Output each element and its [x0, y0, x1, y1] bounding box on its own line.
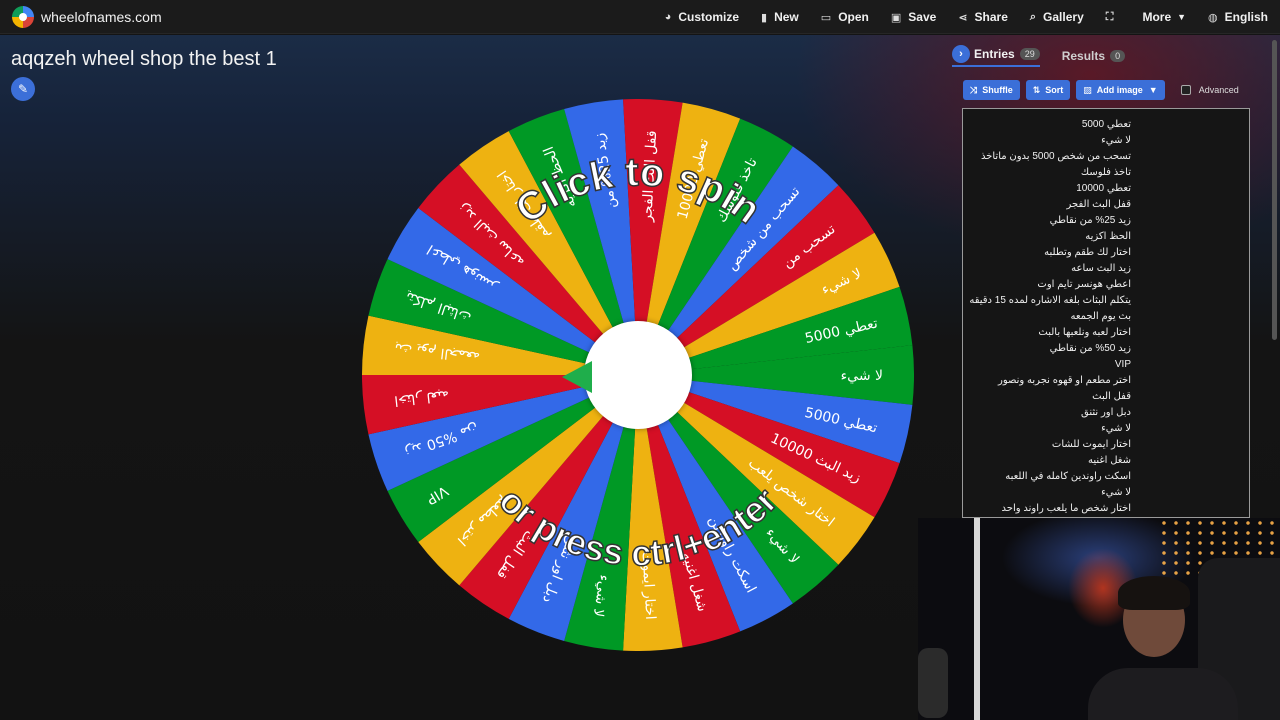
globe-icon: ◍	[1208, 11, 1218, 24]
entry-line: تسحب من شخص 5000 بدون ماتاخذ	[980, 151, 1131, 162]
advanced-label: Advanced	[1198, 85, 1239, 95]
customize-label: Customize	[678, 10, 740, 24]
entry-line: زيد البث ساعه	[1071, 263, 1131, 274]
entry-line: اعطي هونسر تايم اوت	[1037, 279, 1131, 290]
advanced-checkbox[interactable]	[1180, 85, 1191, 95]
entry-line: قفل البث	[1092, 391, 1131, 402]
top-navigation-bar: wheelofnames.com ◕ Customize ▮ New ▭ Open ▣…	[0, 0, 1280, 34]
entry-line: شغل اغنيه	[1088, 455, 1131, 466]
add-image-button[interactable]: ▨ Add image ▼	[1076, 80, 1165, 100]
more-label: More	[1142, 10, 1172, 24]
wheel-slice-label: لا شيء	[841, 368, 883, 384]
search-icon: ⌕	[1029, 10, 1037, 23]
sort-icon: ⇅	[1032, 84, 1041, 95]
save-button[interactable]: ▣ Save	[891, 10, 936, 24]
entry-line: زيد 25% من نقاطي	[1049, 215, 1131, 226]
entries-textarea[interactable]: تعطي 5000 لا شيء تسحب من شخص 5000 بدون مات…	[962, 108, 1250, 518]
entry-line: اختار ايموت للشات	[1051, 439, 1131, 450]
main-menu: ◕ Customize ▮ New ▭ Open ▣ Save ⋖ Share ⌕ Gall…	[643, 0, 1268, 34]
palette-icon: ◕	[664, 11, 672, 23]
results-count-badge: 0	[1110, 50, 1126, 62]
entry-line: تاخذ فلوسك	[1080, 167, 1131, 178]
entry-line: بث يوم الجمعه	[1070, 311, 1131, 322]
entry-line: تعطي 5000	[1081, 119, 1131, 130]
entry-line: زيد 50% من نقاطي	[1049, 343, 1131, 354]
entry-line: لا شيء	[1101, 487, 1131, 498]
webcam-mic-stand	[974, 518, 980, 720]
page-title: aqqzeh wheel shop the best 1	[11, 48, 277, 70]
tab-entries-label: Entries	[974, 47, 1015, 61]
more-button[interactable]: More ▼	[1142, 10, 1186, 24]
open-button[interactable]: ▭ Open	[821, 10, 869, 24]
entry-line: اختار لعبه ونلعبها بالبث	[1038, 327, 1131, 338]
caret-down-icon: ▼	[1148, 85, 1158, 95]
advanced-toggle[interactable]: Advanced	[1180, 85, 1239, 95]
language-label: English	[1224, 10, 1268, 24]
sort-button[interactable]: ⇅ Sort	[1025, 80, 1071, 100]
tab-results[interactable]: Results 0	[1061, 49, 1126, 63]
new-button[interactable]: ▮ New	[761, 10, 799, 24]
entry-line: لا شيء	[1101, 135, 1131, 146]
wheel-logo-icon	[12, 5, 34, 28]
customize-button[interactable]: ◕ Customize	[665, 10, 739, 24]
gallery-label: Gallery	[1043, 10, 1084, 24]
new-label: New	[774, 10, 799, 24]
wheel-pointer	[562, 361, 592, 393]
entry-line: دبل اور نثنق	[1081, 407, 1131, 418]
entry-line: الحظ اكزيه	[1085, 231, 1131, 242]
save-label: Save	[908, 10, 937, 24]
save-icon: ▣	[890, 11, 902, 24]
entry-line: VIP	[1114, 359, 1131, 370]
tab-results-label: Results	[1061, 49, 1106, 63]
entry-line: اسكت راوندين كامله في اللعبه	[1005, 471, 1131, 482]
brand-name: wheelofnames.com	[41, 8, 162, 25]
share-icon: ⋖	[958, 11, 968, 24]
shuffle-icon: ⤨	[970, 84, 978, 95]
webcam-person-hair	[1118, 576, 1190, 610]
wheel[interactable]: لا شيء تعطي 5000 زيد البث 10000 اختار شخص ي…	[362, 99, 914, 651]
entries-toolbar: ⤨ Shuffle ⇅ Sort ▨ Add image ▼ Advanced	[963, 80, 1258, 100]
file-icon: ▮	[761, 11, 768, 24]
edit-title-button[interactable]: ✎	[11, 77, 35, 101]
pencil-icon: ✎	[17, 82, 29, 96]
add-image-label: Add image	[1096, 85, 1143, 95]
image-icon: ▨	[1083, 84, 1092, 95]
entries-panel: › Entries 29 Results 0 ⤨ Shuffle ⇅ Sort ▨ A…	[952, 42, 1258, 522]
page-scrollbar[interactable]	[1272, 40, 1277, 340]
webcam-person-body	[1088, 668, 1238, 720]
chevron-right-icon[interactable]: ›	[952, 45, 970, 63]
entry-line: يتكلم البثاث بلغه الاشاره لمده 15 دقيقه	[969, 295, 1131, 306]
entries-count-badge: 29	[1019, 48, 1040, 60]
folder-icon: ▭	[820, 11, 832, 24]
tab-entries[interactable]: › Entries 29	[952, 45, 1040, 67]
entry-line: قفل البث الفجر	[1066, 199, 1132, 210]
fullscreen-icon: ⛶	[1105, 10, 1114, 23]
brand[interactable]: wheelofnames.com	[12, 5, 162, 28]
open-label: Open	[838, 10, 869, 24]
shuffle-label: Shuffle	[982, 85, 1013, 95]
share-label: Share	[974, 10, 1008, 24]
panel-tabs: › Entries 29 Results 0	[952, 42, 1258, 70]
share-button[interactable]: ⋖ Share	[958, 10, 1008, 24]
caret-down-icon: ▼	[1177, 12, 1187, 22]
sort-label: Sort	[1045, 85, 1064, 95]
entry-line: اختار لك طقم وتطلبه	[1044, 247, 1131, 258]
entry-line: اختار شخص ما يلعب راوند واحد	[1001, 503, 1131, 514]
shuffle-button[interactable]: ⤨ Shuffle	[963, 80, 1020, 100]
wheel-hub[interactable]	[584, 321, 692, 429]
entry-line: تعطي 10000	[1076, 183, 1131, 194]
webcam-microphone	[918, 648, 948, 718]
fullscreen-button[interactable]: ⛶	[1106, 11, 1121, 24]
entry-line: اختر مطعم او قهوه نجربه ونصور	[997, 375, 1131, 386]
entry-line: لا شيء	[1101, 423, 1131, 434]
gallery-button[interactable]: ⌕ Gallery	[1030, 10, 1084, 24]
language-button[interactable]: ◍ English	[1208, 10, 1268, 24]
webcam-overlay	[918, 518, 1280, 720]
